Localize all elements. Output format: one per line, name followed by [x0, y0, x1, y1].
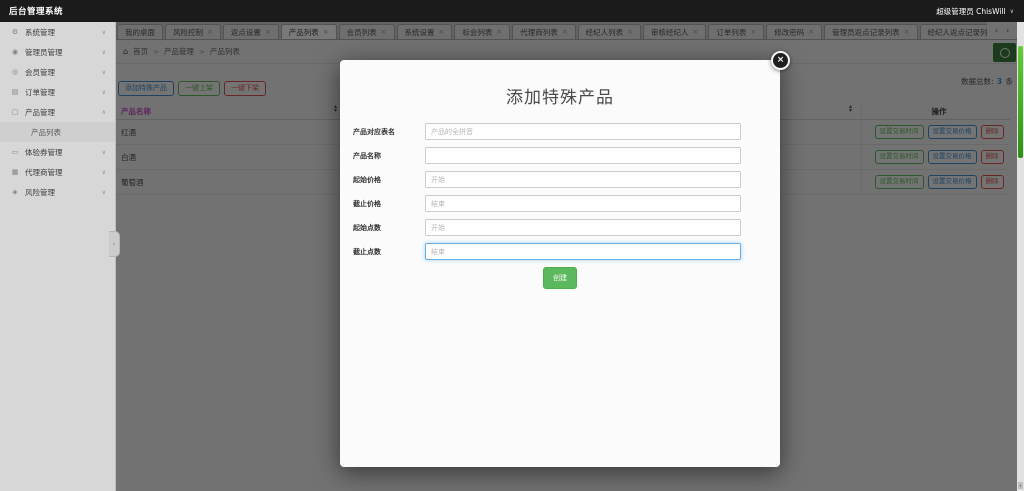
sidebar-item-risk[interactable]: ◈ 风险管理∨ [0, 182, 115, 202]
user-name: 超级管理员 ChisWill [936, 6, 1005, 17]
sidebar-item-order[interactable]: ▤ 订单管理∨ [0, 82, 115, 102]
scrollbar-thumb[interactable] [1018, 46, 1023, 158]
coupon-icon: ▭ [10, 148, 20, 156]
chevron-down-icon: ∨ [102, 89, 106, 96]
top-bar: 后台管理系统 超级管理员 ChisWill ∨ [0, 0, 1024, 22]
field-label-end-points: 截止点数 [353, 247, 423, 257]
sidebar-subitem-product-list[interactable]: 产品列表 [0, 122, 115, 142]
field-input-end-price[interactable] [425, 195, 741, 212]
sidebar: ⚙系统管理∨◉管理员管理∨◎会员管理∨▤订单管理∨▢产品管理∧产品列表▭体验券管… [0, 22, 116, 491]
field-label-product-name: 产品名称 [353, 151, 423, 161]
scrollbar: ▾ [1017, 22, 1024, 491]
orders-icon: ▤ [10, 88, 20, 96]
form-row-table-name: 产品对应表名 [340, 123, 780, 140]
field-input-product-name[interactable] [425, 147, 741, 164]
create-button[interactable]: 创建 [543, 267, 577, 289]
product-box-icon: ▢ [10, 108, 20, 116]
field-label-end-price: 截止价格 [353, 199, 423, 209]
field-input-end-points[interactable] [425, 243, 741, 260]
add-special-product-modal: × 添加特殊产品 产品对应表名产品名称起始价格截止价格起始点数截止点数 创建 [340, 60, 780, 467]
sidebar-item-label: 代理商管理 [25, 167, 102, 178]
scroll-down-icon[interactable]: ▾ [1018, 482, 1023, 489]
form-row-start-price: 起始价格 [340, 171, 780, 188]
field-label-start-price: 起始价格 [353, 175, 423, 185]
field-label-start-points: 起始点数 [353, 223, 423, 233]
field-input-start-price[interactable] [425, 171, 741, 188]
agency-icon: ▦ [10, 168, 20, 176]
chevron-down-icon: ∨ [102, 189, 106, 196]
chevron-down-icon: ∨ [102, 49, 106, 56]
members-icon: ◎ [10, 68, 20, 76]
chevron-down-icon: ∨ [102, 69, 106, 76]
field-input-start-points[interactable] [425, 219, 741, 236]
field-label-table-name: 产品对应表名 [353, 127, 423, 137]
risk-shield-icon: ◈ [10, 188, 20, 196]
sidebar-item-coupon[interactable]: ▭ 体验券管理∨ [0, 142, 115, 162]
form-row-end-price: 截止价格 [340, 195, 780, 212]
sidebar-item-agent[interactable]: ▦ 代理商管理∨ [0, 162, 115, 182]
sidebar-collapse-handle[interactable]: ‹ [109, 231, 120, 257]
sidebar-item-system[interactable]: ⚙ 系统管理∨ [0, 22, 115, 42]
sidebar-item-member[interactable]: ◎ 会员管理∨ [0, 62, 115, 82]
sidebar-item-label: 订单管理 [25, 87, 102, 98]
modal-title: 添加特殊产品 [340, 60, 780, 123]
form-row-start-points: 起始点数 [340, 219, 780, 236]
form-row-product-name: 产品名称 [340, 147, 780, 164]
chevron-down-icon: ∨ [102, 29, 106, 36]
sidebar-item-label: 风险管理 [25, 187, 102, 198]
gear-icon: ⚙ [10, 28, 20, 36]
user-menu[interactable]: 超级管理员 ChisWill ∨ [936, 6, 1014, 17]
chevron-up-icon: ∧ [102, 109, 106, 116]
field-input-table-name[interactable] [425, 123, 741, 140]
sidebar-item-admin[interactable]: ◉ 管理员管理∨ [0, 42, 115, 62]
app-window: 后台管理系统 超级管理员 ChisWill ∨ ⚙系统管理∨◉管理员管理∨◎会员… [0, 0, 1024, 491]
sidebar-item-label: 产品管理 [25, 107, 102, 118]
sidebar-item-label: 体验券管理 [25, 147, 102, 158]
sidebar-item-product[interactable]: ▢ 产品管理∧ [0, 102, 115, 122]
modal-form: 产品对应表名产品名称起始价格截止价格起始点数截止点数 [340, 123, 780, 260]
close-icon[interactable]: × [771, 51, 790, 70]
sidebar-item-label: 系统管理 [25, 27, 102, 38]
sidebar-item-label: 会员管理 [25, 67, 102, 78]
sidebar-item-label: 管理员管理 [25, 47, 102, 58]
chevron-down-icon: ∨ [102, 169, 106, 176]
chevron-down-icon: ∨ [102, 149, 106, 156]
chevron-down-icon: ∨ [1010, 8, 1014, 15]
app-title: 后台管理系统 [9, 5, 63, 17]
form-row-end-points: 截止点数 [340, 243, 780, 260]
admin-user-icon: ◉ [10, 48, 20, 56]
